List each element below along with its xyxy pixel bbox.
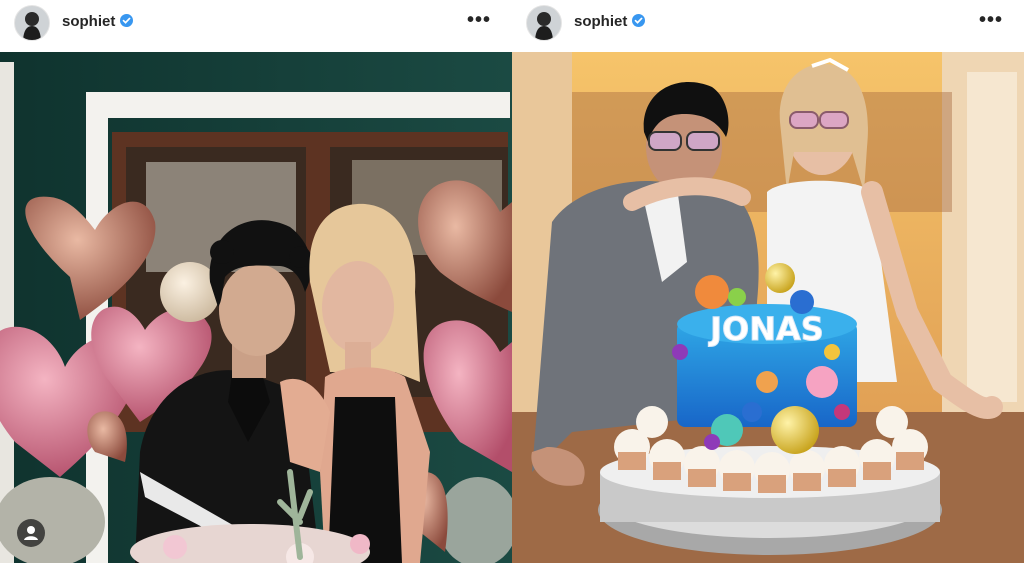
username-text: sophiet	[574, 13, 628, 30]
profile-avatar[interactable]	[14, 5, 50, 41]
post-photo[interactable]: JONAS	[512, 52, 1024, 563]
instagram-post-left: sophiet •••	[0, 0, 512, 563]
verified-badge-icon	[120, 14, 134, 27]
more-options-icon[interactable]: •••	[978, 10, 1004, 34]
verified-badge-icon	[632, 14, 646, 27]
cake-lettering: JONAS	[708, 310, 824, 348]
post-header: sophiet •••	[512, 0, 1024, 52]
post-header: sophiet •••	[0, 0, 512, 52]
post-photo[interactable]	[0, 52, 512, 563]
more-options-icon[interactable]: •••	[466, 10, 492, 34]
person-icon	[24, 526, 38, 540]
username[interactable]: sophiet	[62, 13, 134, 30]
username-text: sophiet	[62, 13, 116, 30]
tagged-users-button[interactable]	[17, 519, 45, 547]
profile-avatar[interactable]	[526, 5, 562, 41]
instagram-post-right: sophiet ••• JONAS	[512, 0, 1024, 563]
username[interactable]: sophiet	[574, 13, 646, 30]
